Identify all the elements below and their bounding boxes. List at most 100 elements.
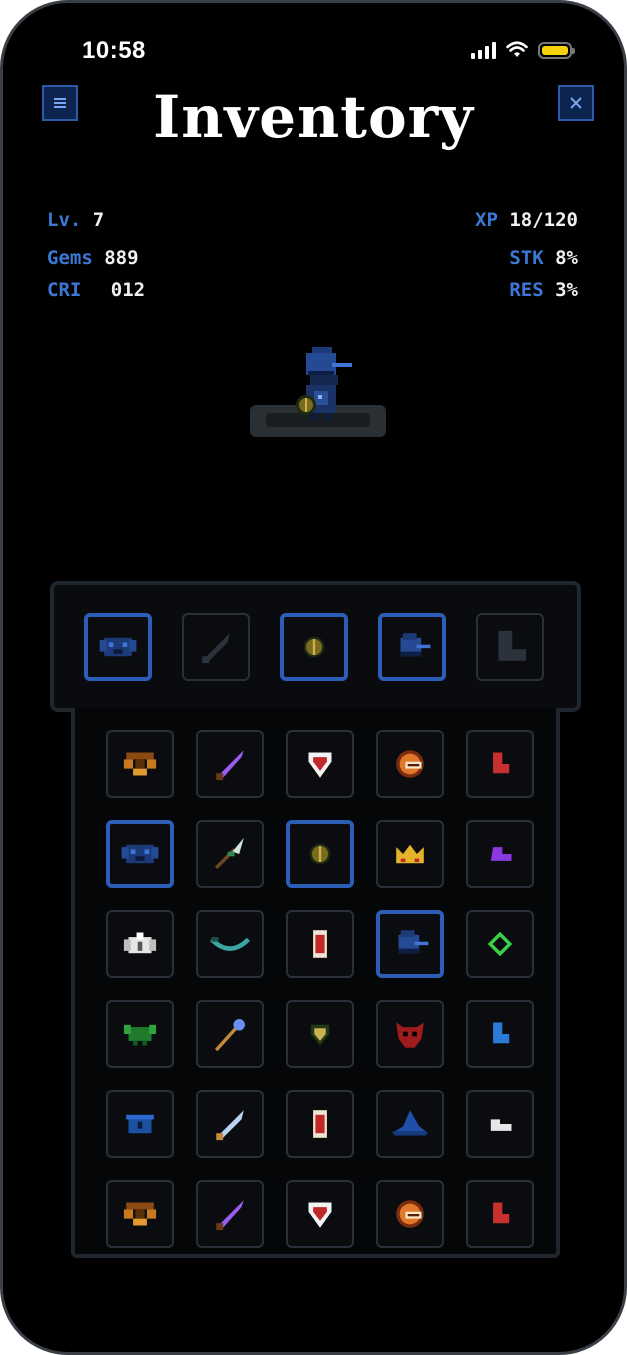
inventory-slot[interactable] (196, 910, 264, 978)
helmet-icon (400, 633, 431, 657)
inventory-slot[interactable] (376, 730, 444, 798)
inventory-slot[interactable] (466, 730, 534, 798)
shield-green-icon (310, 1024, 330, 1046)
helmet-orange-icon (396, 750, 424, 778)
inventory-slot[interactable] (466, 1000, 534, 1068)
hat-blue-icon (391, 1110, 429, 1136)
inventory-slot[interactable] (376, 1180, 444, 1248)
inventory-slot[interactable] (196, 1000, 264, 1068)
stat-xp-value: 18/120 (509, 209, 578, 231)
close-icon (570, 97, 582, 109)
stat-level-value: 7 (92, 209, 105, 231)
sword-empty-icon (202, 633, 230, 664)
chest-green-icon (123, 1024, 157, 1046)
equipment-slot[interactable] (182, 613, 250, 681)
stat-res: RES 3% (509, 279, 578, 301)
bow-teal-icon (209, 937, 251, 951)
wifi-icon (506, 41, 528, 57)
shield-white-icon (308, 752, 332, 778)
stat-cri-value: 012 (110, 279, 146, 301)
stat-xp: XP 18/120 (475, 209, 578, 231)
page-title: Inventory (153, 83, 474, 151)
helmet-orange-icon (396, 1200, 424, 1228)
bow-orange-icon (123, 1202, 157, 1226)
inventory-slot[interactable] (106, 1090, 174, 1158)
stat-atk-value: 8% (555, 247, 578, 269)
dagger-purple-icon (216, 1200, 244, 1231)
inventory-slot[interactable] (376, 1000, 444, 1068)
inventory-slot[interactable] (376, 910, 444, 978)
dagger-purple-icon (216, 750, 244, 781)
boots-blue-icon (493, 1022, 510, 1044)
stat-gems-label: Gems (47, 247, 93, 269)
inventory-slot[interactable] (196, 1180, 264, 1248)
system-icons (471, 41, 575, 59)
inventory-grid-panel (71, 708, 560, 1258)
stat-res-label: RES (509, 279, 544, 301)
scroll-red-icon (313, 1110, 327, 1138)
inventory-slot[interactable] (286, 820, 354, 888)
boots-purple-icon (490, 847, 512, 861)
scroll-red-icon (313, 930, 327, 958)
shield-round-icon (309, 843, 331, 865)
inventory-slot[interactable] (466, 820, 534, 888)
boots-empty-icon (498, 630, 527, 661)
equipment-slot[interactable] (476, 613, 544, 681)
shield-round-icon (303, 636, 325, 658)
inventory-slot[interactable] (106, 730, 174, 798)
inventory-slot[interactable] (466, 910, 534, 978)
spear-green-icon (214, 837, 244, 870)
inventory-slot[interactable] (286, 1090, 354, 1158)
battery-icon (538, 41, 575, 59)
inventory-slot[interactable] (196, 820, 264, 888)
shield-white-icon (308, 1202, 332, 1228)
status-time: 10:58 (82, 37, 146, 64)
stat-xp-label: XP (475, 209, 498, 231)
chest-armor-icon (99, 637, 137, 657)
boots-red-icon (493, 752, 510, 774)
inventory-slot[interactable] (106, 820, 174, 888)
stat-level: Lv. 7 (47, 209, 104, 231)
inventory-slot[interactable] (466, 1090, 534, 1158)
stat-res-value: 3% (555, 279, 578, 301)
inventory-slot[interactable] (106, 1180, 174, 1248)
equipment-slot[interactable] (84, 613, 152, 681)
bow-orange-icon (123, 752, 157, 776)
knight-character-icon (296, 347, 352, 421)
equipment-slot[interactable] (378, 613, 446, 681)
chest-blue-icon (126, 1114, 154, 1134)
inventory-slot[interactable] (196, 730, 264, 798)
stat-gems: Gems 889 (47, 247, 139, 269)
character-preview (250, 343, 386, 439)
status-bar: 10:58 (3, 37, 624, 71)
stat-atk-label: STK (509, 247, 544, 269)
helmet-icon (398, 930, 429, 954)
stat-atk: STK 8% (509, 247, 578, 269)
signal-icon (471, 41, 496, 59)
stat-cri: CRI 012 (47, 279, 145, 301)
stat-cri-label: CRI (47, 279, 82, 301)
phone-frame: 10:58 Inventory Lv. 7 XP 18/120 Gems 889… (0, 0, 627, 1355)
inventory-slot[interactable] (286, 1180, 354, 1248)
equipment-panel (50, 581, 581, 712)
inventory-slot[interactable] (106, 910, 174, 978)
inventory-slot[interactable] (286, 910, 354, 978)
inventory-slot[interactable] (106, 1000, 174, 1068)
close-button[interactable] (558, 85, 594, 121)
staff-blue-icon (214, 1019, 245, 1052)
crown-icon (396, 844, 424, 864)
inventory-slot[interactable] (286, 1000, 354, 1068)
equipment-slot[interactable] (280, 613, 348, 681)
stat-level-label: Lv. (47, 209, 82, 231)
ring-green-icon (487, 931, 513, 957)
inventory-slot[interactable] (466, 1180, 534, 1248)
chest-white-icon (123, 932, 157, 954)
inventory-slot[interactable] (286, 730, 354, 798)
stat-gems-value: 889 (104, 247, 139, 269)
chest-armor-icon (121, 844, 159, 864)
sword-blue-icon (216, 1110, 244, 1141)
inventory-slot[interactable] (196, 1090, 264, 1158)
inventory-slot[interactable] (376, 820, 444, 888)
inventory-slot[interactable] (376, 1090, 444, 1158)
boots-red-icon (493, 1202, 510, 1224)
